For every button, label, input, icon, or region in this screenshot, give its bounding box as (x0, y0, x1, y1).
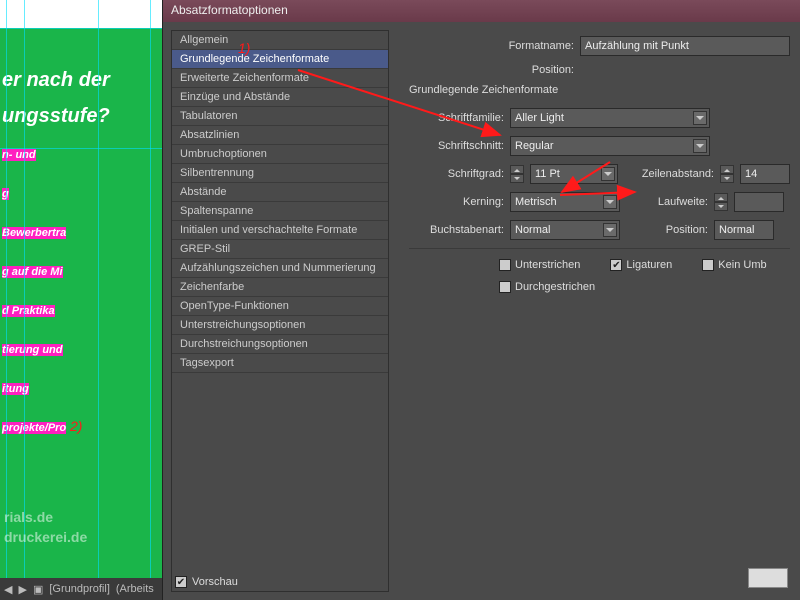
category-item[interactable]: GREP-Stil (172, 240, 388, 259)
category-item[interactable]: Erweiterte Zeichenformate (172, 69, 388, 88)
kerning-combo[interactable]: Metrisch (510, 192, 620, 212)
position-combo[interactable]: Normal (714, 220, 774, 240)
category-item[interactable]: Durchstreichungsoptionen (172, 335, 388, 354)
chevron-down-icon[interactable] (693, 111, 707, 125)
category-item[interactable]: Grundlegende Zeichenformate (172, 50, 388, 69)
document-canvas: er nach derungsstufe?n- undgBewerbertrag… (0, 0, 162, 600)
strike-check[interactable]: Durchgestrichen (499, 281, 595, 293)
annotation-1: 1) (238, 40, 250, 56)
options-form: Formatname: Aufzählung mit Punkt Positio… (389, 22, 800, 600)
paragraph-style-options-dialog: Absatzformatoptionen AllgemeinGrundlegen… (162, 0, 800, 600)
chevron-down-icon[interactable] (601, 167, 615, 181)
category-item[interactable]: Aufzählungszeichen und Nummerierung (172, 259, 388, 278)
font-size-label: Schriftgrad: (409, 168, 504, 180)
category-item[interactable]: Allgemein (172, 31, 388, 50)
chevron-down-icon[interactable] (693, 139, 707, 153)
watermark-1: rials.de (4, 509, 53, 525)
category-list[interactable]: AllgemeinGrundlegende ZeichenformateErwe… (171, 30, 389, 592)
font-family-combo[interactable]: Aller Light (510, 108, 710, 128)
category-item[interactable]: Absatzlinien (172, 126, 388, 145)
annotation-2: 2) (70, 418, 82, 434)
case-combo[interactable]: Normal (510, 220, 620, 240)
dialog-title: Absatzformatoptionen (163, 0, 800, 22)
status-bar: ◀ ▶ ▣ [Grundprofil] (Arbeits (0, 578, 162, 600)
position-field-label: Position: (626, 224, 708, 236)
nobreak-check[interactable]: Kein Umb (702, 259, 766, 271)
position-label: Position: (532, 64, 574, 76)
formatname-label: Formatname: (509, 40, 574, 52)
dialog-button[interactable] (748, 568, 788, 588)
status-docname: (Arbeits (116, 583, 154, 595)
status-profile: [Grundprofil] (49, 583, 110, 595)
category-item[interactable]: Zeichenfarbe (172, 278, 388, 297)
font-style-combo[interactable]: Regular (510, 136, 710, 156)
category-item[interactable]: OpenType-Funktionen (172, 297, 388, 316)
underline-check[interactable]: Unterstrichen (499, 259, 580, 271)
tracking-stepper[interactable] (714, 193, 728, 211)
category-item[interactable]: Abstände (172, 183, 388, 202)
page-nav-icon[interactable]: ▶ (18, 583, 26, 596)
font-size-combo[interactable]: 11 Pt (530, 164, 618, 184)
kerning-label: Kerning: (409, 196, 504, 208)
preview-check[interactable]: ✔Vorschau (175, 576, 238, 588)
watermark-2: druckerei.de (4, 529, 87, 545)
master-icon[interactable]: ▣ (33, 583, 43, 596)
chevron-down-icon[interactable] (603, 195, 617, 209)
tracking-label: Laufweite: (626, 196, 708, 208)
tracking-combo[interactable] (734, 192, 784, 212)
category-item[interactable]: Tagsexport (172, 354, 388, 373)
category-item[interactable]: Umbruchoptionen (172, 145, 388, 164)
font-style-label: Schriftschnitt: (409, 140, 504, 152)
category-item[interactable]: Unterstreichungsoptionen (172, 316, 388, 335)
leading-stepper[interactable] (720, 165, 734, 183)
chevron-down-icon[interactable] (603, 223, 617, 237)
category-item[interactable]: Spaltenspanne (172, 202, 388, 221)
section-title: Grundlegende Zeichenformate (409, 84, 790, 96)
category-item[interactable]: Initialen und verschachtelte Formate (172, 221, 388, 240)
formatname-field[interactable]: Aufzählung mit Punkt (580, 36, 790, 56)
leading-combo[interactable]: 14 (740, 164, 790, 184)
category-item[interactable]: Tabulatoren (172, 107, 388, 126)
case-label: Buchstabenart: (409, 224, 504, 236)
category-item[interactable]: Silbentrennung (172, 164, 388, 183)
page-nav-icon[interactable]: ◀ (4, 583, 12, 596)
category-item[interactable]: Einzüge und Abstände (172, 88, 388, 107)
ligatures-check[interactable]: ✔Ligaturen (610, 259, 672, 271)
font-family-label: Schriftfamilie: (409, 112, 504, 124)
size-stepper[interactable] (510, 165, 524, 183)
leading-label: Zeilenabstand: (624, 168, 714, 180)
